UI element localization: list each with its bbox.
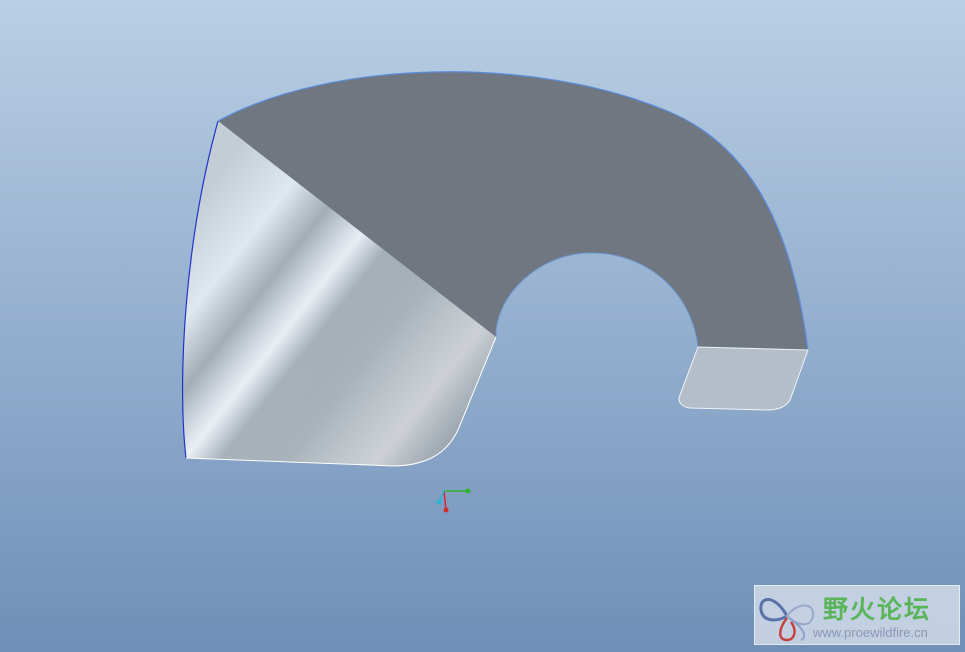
model-end-face[interactable] <box>679 347 808 410</box>
coordinate-system-icon <box>436 488 471 513</box>
3d-viewport[interactable]: 野火论坛 www.proewildfire.cn <box>0 0 965 652</box>
watermark-title: 野火论坛 <box>823 595 932 624</box>
watermark-url: www.proewildfire.cn <box>813 625 928 640</box>
forum-watermark: 野火论坛 www.proewildfire.cn <box>754 585 960 645</box>
model-scene[interactable] <box>0 0 965 652</box>
butterfly-logo-icon <box>759 598 815 642</box>
